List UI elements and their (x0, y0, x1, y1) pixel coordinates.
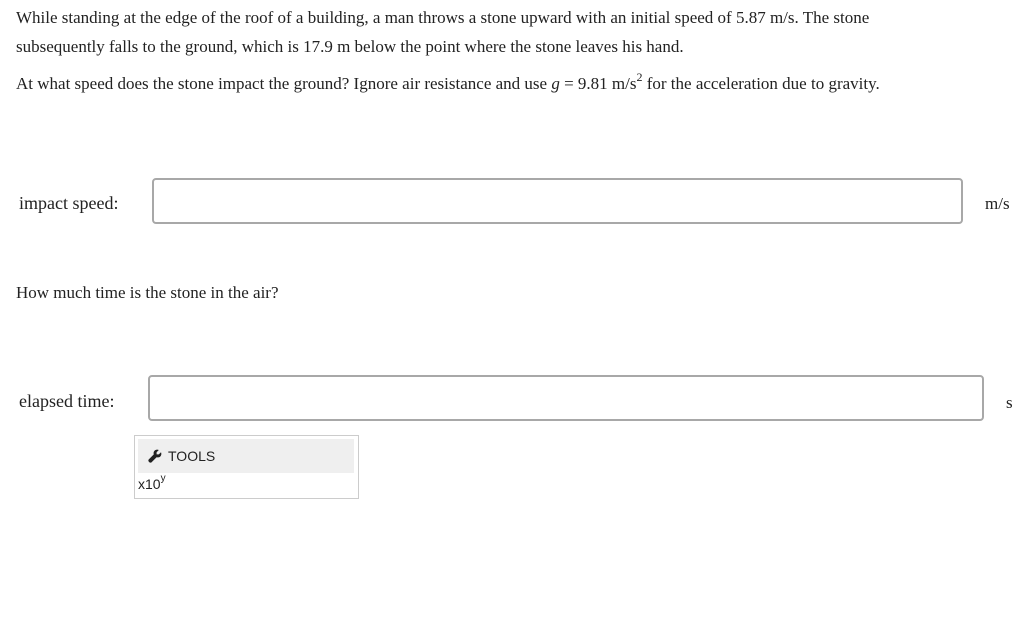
elapsed-time-label: elapsed time: (19, 391, 115, 411)
question-impact-speed: At what speed does the stone impact the … (16, 70, 880, 93)
impact-speed-label: impact speed: (19, 193, 119, 213)
tools-panel: TOOLS x10y (134, 435, 359, 499)
impact-speed-input[interactable] (152, 178, 963, 224)
gravity-symbol: g (551, 74, 560, 93)
wrench-icon (148, 449, 162, 463)
tools-button[interactable]: TOOLS (138, 439, 354, 473)
problem-intro-line2: subsequently falls to the ground, which … (16, 37, 684, 56)
elapsed-time-unit: s (1006, 393, 1013, 412)
question-elapsed-time: How much time is the stone in the air? (16, 283, 279, 302)
elapsed-time-input[interactable] (148, 375, 984, 421)
impact-speed-unit: m/s (985, 194, 1010, 213)
problem-statement: While standing at the edge of the roof o… (16, 3, 1016, 61)
problem-intro-line1: While standing at the edge of the roof o… (16, 8, 870, 27)
tools-label: TOOLS (168, 448, 216, 464)
scientific-notation-button[interactable]: x10y (138, 474, 166, 492)
